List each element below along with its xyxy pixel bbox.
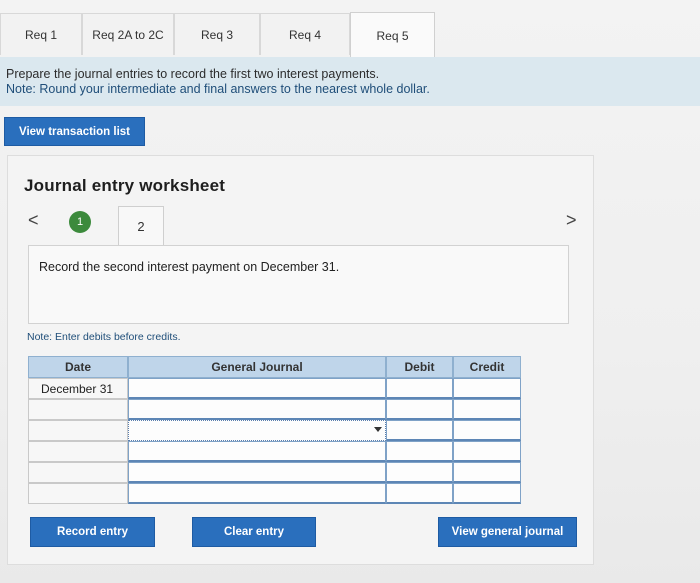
credit-input[interactable] xyxy=(453,399,521,420)
debit-input[interactable] xyxy=(386,378,453,399)
debit-input[interactable] xyxy=(386,462,453,483)
dropdown-arrow-icon[interactable] xyxy=(374,427,382,432)
tab-req-5[interactable]: Req 5 xyxy=(350,12,435,58)
next-arrow-icon[interactable]: > xyxy=(566,210,577,231)
clear-entry-button[interactable]: Clear entry xyxy=(192,517,316,547)
date-cell xyxy=(28,420,128,441)
view-general-journal-button[interactable]: View general journal xyxy=(438,517,577,547)
date-cell xyxy=(28,462,128,483)
date-cell xyxy=(28,441,128,462)
instruction-banner: Prepare the journal entries to record th… xyxy=(0,57,700,106)
date-column-header: Date xyxy=(28,356,128,378)
debit-input[interactable] xyxy=(386,399,453,420)
debit-input[interactable] xyxy=(386,420,453,441)
debits-before-credits-note: Note: Enter debits before credits. xyxy=(27,331,181,343)
account-input[interactable] xyxy=(128,441,386,462)
worksheet-title: Journal entry worksheet xyxy=(24,176,226,195)
step-2-tab[interactable]: 2 xyxy=(118,206,164,246)
debit-input[interactable] xyxy=(386,483,453,504)
credit-input[interactable] xyxy=(453,378,521,399)
credit-input[interactable] xyxy=(453,420,521,441)
tab-req-3[interactable]: Req 3 xyxy=(174,13,260,55)
debit-input[interactable] xyxy=(386,441,453,462)
credit-input[interactable] xyxy=(453,483,521,504)
step-1-complete-badge[interactable]: 1 xyxy=(69,211,91,233)
account-input[interactable] xyxy=(128,483,386,504)
general-journal-column-header: General Journal xyxy=(128,356,386,378)
tab-req-2a-to-2c[interactable]: Req 2A to 2C xyxy=(82,13,174,55)
credit-input[interactable] xyxy=(453,462,521,483)
worksheet-instruction: Record the second interest payment on De… xyxy=(39,260,340,274)
record-entry-button[interactable]: Record entry xyxy=(30,517,155,547)
view-transaction-list-button[interactable]: View transaction list xyxy=(4,117,145,146)
account-select[interactable] xyxy=(128,420,386,441)
debit-column-header: Debit xyxy=(386,356,453,378)
account-input[interactable] xyxy=(128,462,386,483)
tab-req-1[interactable]: Req 1 xyxy=(0,13,82,55)
rounding-note: Note: Round your intermediate and final … xyxy=(6,82,430,96)
credit-column-header: Credit xyxy=(453,356,521,378)
credit-input[interactable] xyxy=(453,441,521,462)
date-cell xyxy=(28,483,128,504)
page: Req 1 Req 2A to 2C Req 3 Req 4 Req 5 Pre… xyxy=(0,0,700,583)
tab-req-4[interactable]: Req 4 xyxy=(260,13,350,55)
date-cell xyxy=(28,399,128,420)
date-cell: December 31 xyxy=(28,378,128,399)
prev-arrow-icon[interactable]: < xyxy=(28,210,39,231)
account-input[interactable] xyxy=(128,378,386,399)
account-input[interactable] xyxy=(128,399,386,420)
instruction-text: Prepare the journal entries to record th… xyxy=(6,67,380,81)
requirement-tabs: Req 1 Req 2A to 2C Req 3 Req 4 Req 5 xyxy=(0,10,700,58)
worksheet-instruction-box: Record the second interest payment on De… xyxy=(28,245,569,324)
